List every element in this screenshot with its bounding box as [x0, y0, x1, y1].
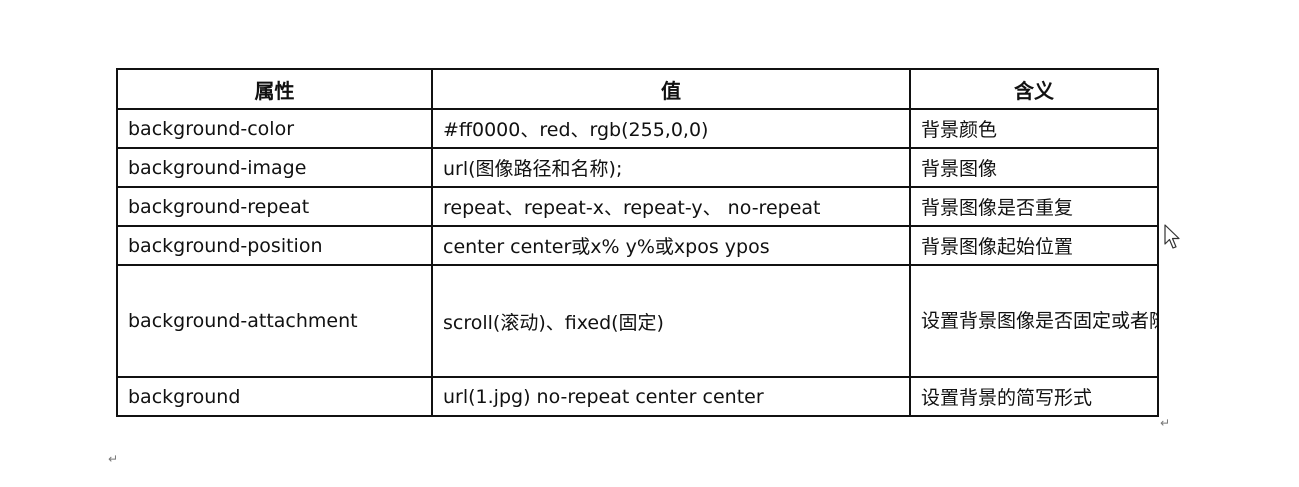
table-row: background url(1.jpg) no-repeat center c…	[116, 376, 1159, 417]
paragraph-mark-icon: ↵	[1160, 416, 1171, 430]
table-header-row: 属性 值 含义	[116, 68, 1159, 110]
value-cell: center center或x% y%或xpos ypos	[431, 225, 911, 266]
table-row: background-color #ff0000、red、rgb(255,0,0…	[116, 108, 1159, 149]
background-properties-table: 属性 值 含义 background-color #ff0000、red、rgb…	[116, 68, 1159, 417]
property-cell: background	[116, 376, 433, 417]
property-cell: background-attachment	[116, 264, 433, 378]
header-meaning: 含义	[909, 68, 1159, 110]
value-cell: #ff0000、red、rgb(255,0,0)	[431, 108, 911, 149]
property-cell: background-image	[116, 147, 433, 188]
property-cell: background-position	[116, 225, 433, 266]
table-row: background-position center center或x% y%或…	[116, 225, 1159, 266]
meaning-cell: 背景图像是否重复	[909, 186, 1159, 227]
value-cell: scroll(滚动)、fixed(固定)	[431, 264, 911, 378]
paragraph-mark-icon: ↵	[108, 452, 119, 466]
table-row: background-image url(图像路径和名称); 背景图像	[116, 147, 1159, 188]
header-value: 值	[431, 68, 911, 110]
property-cell: background-repeat	[116, 186, 433, 227]
meaning-cell: 背景图像起始位置	[909, 225, 1159, 266]
value-cell: url(1.jpg) no-repeat center center	[431, 376, 911, 417]
meaning-cell: 设置背景的简写形式	[909, 376, 1159, 417]
header-property: 属性	[116, 68, 433, 110]
value-cell: url(图像路径和名称);	[431, 147, 911, 188]
value-cell: repeat、repeat-x、repeat-y、 no-repeat	[431, 186, 911, 227]
mouse-pointer-icon	[1164, 224, 1180, 249]
meaning-cell: 背景颜色	[909, 108, 1159, 149]
table-row: background-repeat repeat、repeat-x、repeat…	[116, 186, 1159, 227]
meaning-cell: 设置背景图像是否固定或者随着页面的其余部分滚动。	[909, 264, 1159, 378]
meaning-cell: 背景图像	[909, 147, 1159, 188]
table-row: background-attachment scroll(滚动)、fixed(固…	[116, 264, 1159, 378]
property-cell: background-color	[116, 108, 433, 149]
document-page: 属性 值 含义 background-color #ff0000、red、rgb…	[0, 0, 1299, 487]
